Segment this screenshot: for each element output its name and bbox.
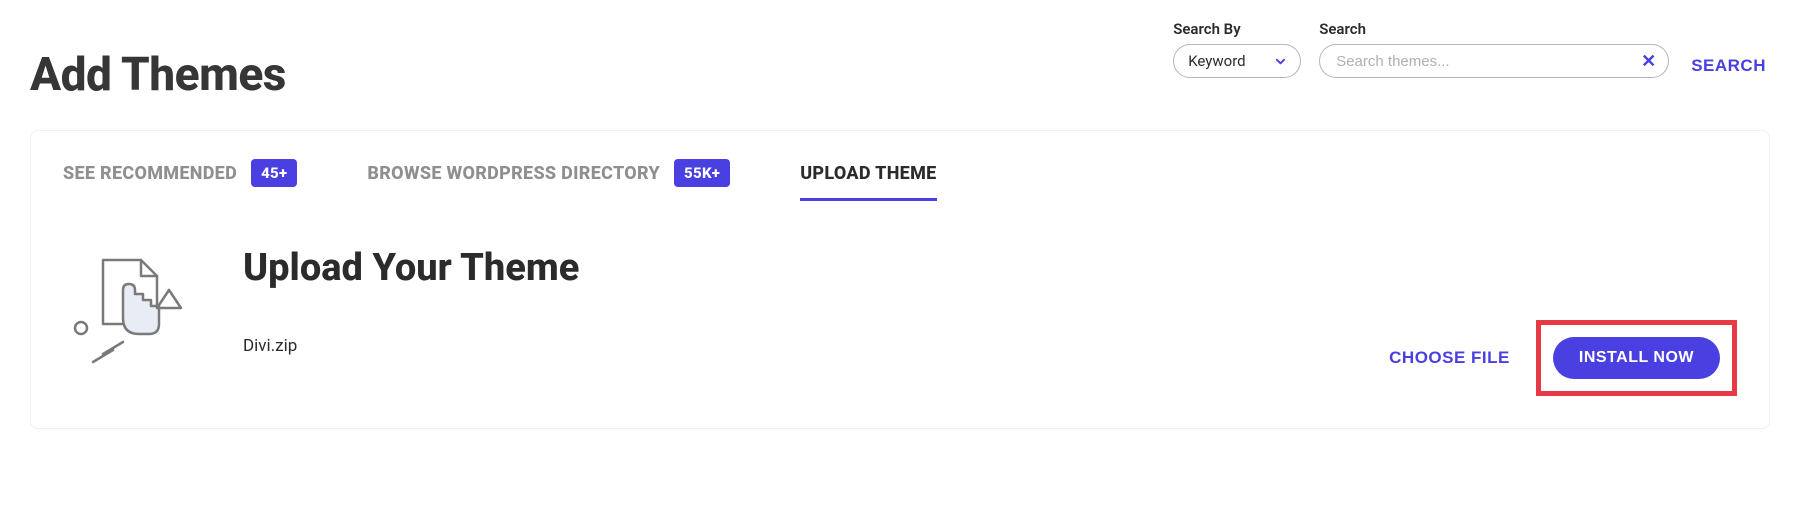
search-input[interactable] bbox=[1336, 53, 1630, 70]
search-input-wrap: ✕ bbox=[1319, 44, 1669, 78]
page-title: Add Themes bbox=[30, 48, 286, 102]
search-by-select[interactable]: Keyword bbox=[1173, 44, 1301, 78]
upload-content: Upload Your Theme Divi.zip bbox=[243, 250, 1331, 356]
upload-area: Upload Your Theme Divi.zip CHOOSE FILE I… bbox=[63, 204, 1737, 396]
count-badge: 55K+ bbox=[674, 159, 730, 187]
count-badge: 45+ bbox=[251, 159, 297, 187]
chevron-down-icon bbox=[1275, 56, 1286, 67]
tabs: SEE RECOMMENDED 45+ BROWSE WORDPRESS DIR… bbox=[63, 131, 1737, 204]
search-area: Search By Keyword Search ✕ SEARCH bbox=[1173, 20, 1770, 78]
tab-see-recommended[interactable]: SEE RECOMMENDED 45+ bbox=[63, 145, 297, 204]
search-group: Search ✕ bbox=[1319, 20, 1669, 78]
search-by-label: Search By bbox=[1173, 20, 1301, 38]
search-button[interactable]: SEARCH bbox=[1687, 50, 1770, 78]
tab-upload-theme[interactable]: UPLOAD THEME bbox=[800, 149, 936, 201]
tab-label: UPLOAD THEME bbox=[800, 163, 936, 184]
upload-title: Upload Your Theme bbox=[243, 246, 1331, 290]
tab-label: BROWSE WORDPRESS DIRECTORY bbox=[367, 163, 660, 184]
clear-search-button[interactable]: ✕ bbox=[1641, 52, 1656, 70]
upload-file-icon bbox=[63, 250, 191, 378]
install-now-highlight: INSTALL NOW bbox=[1536, 320, 1737, 396]
search-label: Search bbox=[1319, 20, 1669, 38]
tab-label: SEE RECOMMENDED bbox=[63, 163, 237, 184]
search-by-group: Search By Keyword bbox=[1173, 20, 1301, 78]
install-now-button[interactable]: INSTALL NOW bbox=[1553, 337, 1720, 379]
search-by-value: Keyword bbox=[1188, 52, 1275, 70]
panel: SEE RECOMMENDED 45+ BROWSE WORDPRESS DIR… bbox=[30, 130, 1770, 429]
close-icon: ✕ bbox=[1641, 51, 1656, 71]
tab-browse-directory[interactable]: BROWSE WORDPRESS DIRECTORY 55K+ bbox=[367, 145, 730, 204]
choose-file-button[interactable]: CHOOSE FILE bbox=[1383, 338, 1516, 378]
selected-filename: Divi.zip bbox=[243, 336, 1331, 356]
upload-actions: CHOOSE FILE INSTALL NOW bbox=[1383, 320, 1737, 396]
